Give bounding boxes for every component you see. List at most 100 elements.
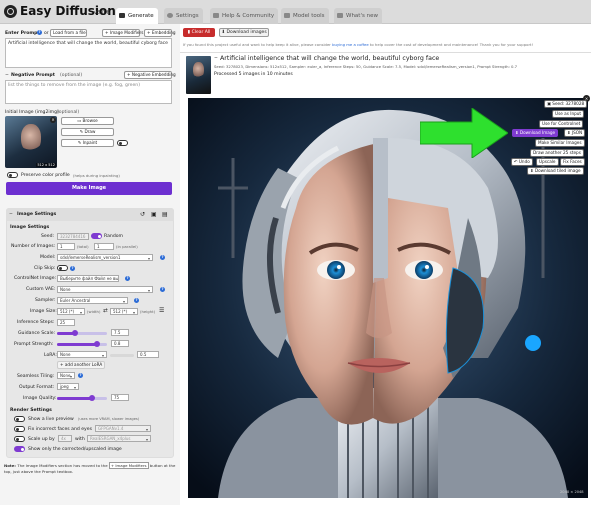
- support-message: If you found this project useful and wan…: [183, 42, 534, 47]
- task-collapse-icon[interactable]: −: [214, 56, 218, 61]
- upscale-model-select[interactable]: RealESRGAN_x4plus ▾: [87, 435, 151, 442]
- download-image-button[interactable]: ⬇ Download Image: [512, 129, 559, 137]
- download-images-button[interactable]: ⬇ Download images: [219, 28, 269, 37]
- lora-strength-input[interactable]: 0.5: [137, 351, 159, 358]
- image-quality-input[interactable]: 75: [111, 394, 129, 401]
- close-icon[interactable]: ×: [50, 117, 56, 123]
- draw-button[interactable]: ✎ Draw: [61, 128, 114, 136]
- fix-faces-button[interactable]: Fix Faces: [560, 158, 585, 166]
- seed-input[interactable]: 3232784416: [57, 233, 89, 240]
- lora-strength-slider[interactable]: [110, 354, 134, 357]
- output-format-select[interactable]: jpeg ▾: [57, 383, 79, 390]
- controlnet-file-input[interactable]: Выберите файл Файл не выбран: [57, 275, 119, 282]
- add-lora-button[interactable]: + add another LoRA: [57, 361, 105, 369]
- clip-skip-toggle[interactable]: [57, 265, 68, 271]
- inference-steps-input[interactable]: 25: [57, 319, 75, 326]
- inpaint-toggle[interactable]: [117, 140, 128, 146]
- download-tiled-button[interactable]: ⬇ Download tiled image: [527, 167, 584, 175]
- help-icon[interactable]: ?: [37, 30, 42, 35]
- quality-slider-knob[interactable]: [89, 395, 95, 401]
- face-thumbnail: [21, 124, 41, 152]
- model-select[interactable]: sdxl/lemerseRealism_version1 ▾: [57, 254, 153, 261]
- toolbox-icon: [284, 13, 290, 18]
- image-settings-title: Image Settings: [17, 212, 57, 217]
- inpaint-button[interactable]: ✎ Inpaint: [61, 139, 114, 147]
- show-only-corrected-toggle[interactable]: [14, 446, 25, 452]
- embedding-button[interactable]: + Embedding: [144, 29, 176, 37]
- prompt-strength-label: Prompt Strength:: [14, 342, 54, 347]
- task-thumbnail[interactable]: [186, 56, 211, 94]
- image-quality-slider[interactable]: [57, 395, 107, 401]
- seed-button[interactable]: ▣ Seed: 3278028: [544, 100, 588, 108]
- fix-faces-model-select[interactable]: GFPGANv1.4 ▾: [95, 425, 151, 432]
- chevron-down-icon: ▾: [79, 310, 82, 315]
- guidance-scale-slider[interactable]: [57, 330, 107, 336]
- undo-button[interactable]: ↶ Undo: [511, 158, 533, 166]
- parallel-input[interactable]: 1: [94, 243, 114, 250]
- make-image-button[interactable]: Make Image: [6, 182, 172, 195]
- sliders-icon[interactable]: ☰: [159, 307, 164, 314]
- prompt-strength-slider[interactable]: [57, 341, 107, 347]
- lora-select[interactable]: None ▾: [57, 351, 107, 358]
- vae-select[interactable]: None ▾: [57, 286, 153, 293]
- help-icon[interactable]: ?: [125, 276, 130, 281]
- guidance-scale-input[interactable]: 7.5: [111, 329, 129, 336]
- output-format-label: Output Format:: [19, 385, 55, 390]
- guidance-slider-knob[interactable]: [71, 330, 78, 336]
- seamless-tiling-select[interactable]: None ▾: [57, 372, 75, 379]
- tab-settings[interactable]: Settings: [164, 8, 203, 24]
- random-seed-toggle[interactable]: [91, 233, 102, 239]
- fix-faces-label: Fix incorrect faces and eyes: [28, 427, 93, 432]
- image-quality-label: Image Quality:: [23, 396, 57, 401]
- num-images-input[interactable]: 1: [57, 243, 75, 250]
- negative-prompt-toggle-icon[interactable]: −: [5, 73, 9, 78]
- prompt-textarea[interactable]: Artificial intelligence that will change…: [5, 38, 172, 68]
- prompt-strength-input[interactable]: 0.8: [111, 340, 129, 347]
- use-as-input-button[interactable]: Use as Input: [552, 110, 585, 118]
- note: Note: The Image Modifiers section has mo…: [4, 462, 176, 474]
- help-icon[interactable]: ?: [160, 255, 165, 260]
- show-only-corrected-label: Show only the corrected/upscaled image: [28, 447, 122, 452]
- negative-prompt-textarea[interactable]: list the things to remove from the image…: [5, 80, 172, 104]
- negative-embedding-button[interactable]: + Negative Embedding: [124, 71, 176, 79]
- help-icon[interactable]: ?: [160, 287, 165, 292]
- height-select[interactable]: 512 (*) ▾: [110, 308, 138, 315]
- total-label: (total): [77, 244, 89, 249]
- negative-prompt-optional: (optional): [60, 73, 83, 78]
- make-similar-button[interactable]: Make Similar Images: [535, 139, 585, 147]
- browse-button[interactable]: ▭ Browse: [61, 117, 114, 125]
- clear-all-button[interactable]: ▮ Clear All: [183, 28, 215, 37]
- preserve-color-toggle[interactable]: [7, 172, 18, 178]
- image-modifiers-button[interactable]: + Image Modifiers: [102, 29, 143, 37]
- use-for-controlnet-button[interactable]: Use for Controlnet: [539, 120, 584, 128]
- support-link[interactable]: buying me a coffee: [332, 42, 369, 47]
- tab-whats-new[interactable]: What's new: [334, 8, 382, 24]
- fix-faces-toggle[interactable]: [14, 426, 25, 432]
- seed-label: Seed:: [41, 234, 55, 239]
- width-select[interactable]: 512 (*) ▾: [57, 308, 85, 315]
- copy-icon[interactable]: ▣: [151, 211, 157, 218]
- prompt-label: Enter Prompt: [5, 31, 40, 36]
- strength-slider-knob[interactable]: [94, 341, 100, 347]
- sampler-select[interactable]: Euler Ancestral ▾: [57, 297, 128, 304]
- load-from-file-button[interactable]: Load from a file: [50, 29, 87, 37]
- tab-generate[interactable]: Generate: [116, 8, 158, 25]
- tab-model-tools[interactable]: Model tools: [281, 8, 329, 24]
- reset-icon[interactable]: ↺: [140, 211, 145, 218]
- image-dimensions: 2048 × 2048: [560, 490, 584, 494]
- paste-icon[interactable]: ▤: [162, 211, 168, 218]
- help-icon[interactable]: ?: [70, 266, 75, 271]
- upscale-button[interactable]: Upscale: [536, 158, 559, 166]
- collapse-icon[interactable]: −: [9, 212, 13, 217]
- json-button[interactable]: ⬇ JSON: [564, 129, 586, 137]
- negative-prompt-label: Negative Prompt: [11, 73, 55, 78]
- preserve-color-label: Preserve color profile: [21, 173, 70, 178]
- draw-more-steps-button[interactable]: Draw another 25 steps: [530, 149, 584, 157]
- scale-up-toggle[interactable]: [14, 436, 25, 442]
- help-icon[interactable]: ?: [134, 298, 139, 303]
- swap-icon[interactable]: ⇄: [103, 308, 108, 314]
- scale-factor-select[interactable]: 4x: [58, 435, 72, 442]
- tab-help-community[interactable]: Help & Community: [210, 8, 279, 24]
- live-preview-toggle[interactable]: [14, 416, 25, 422]
- help-icon[interactable]: ?: [78, 373, 83, 378]
